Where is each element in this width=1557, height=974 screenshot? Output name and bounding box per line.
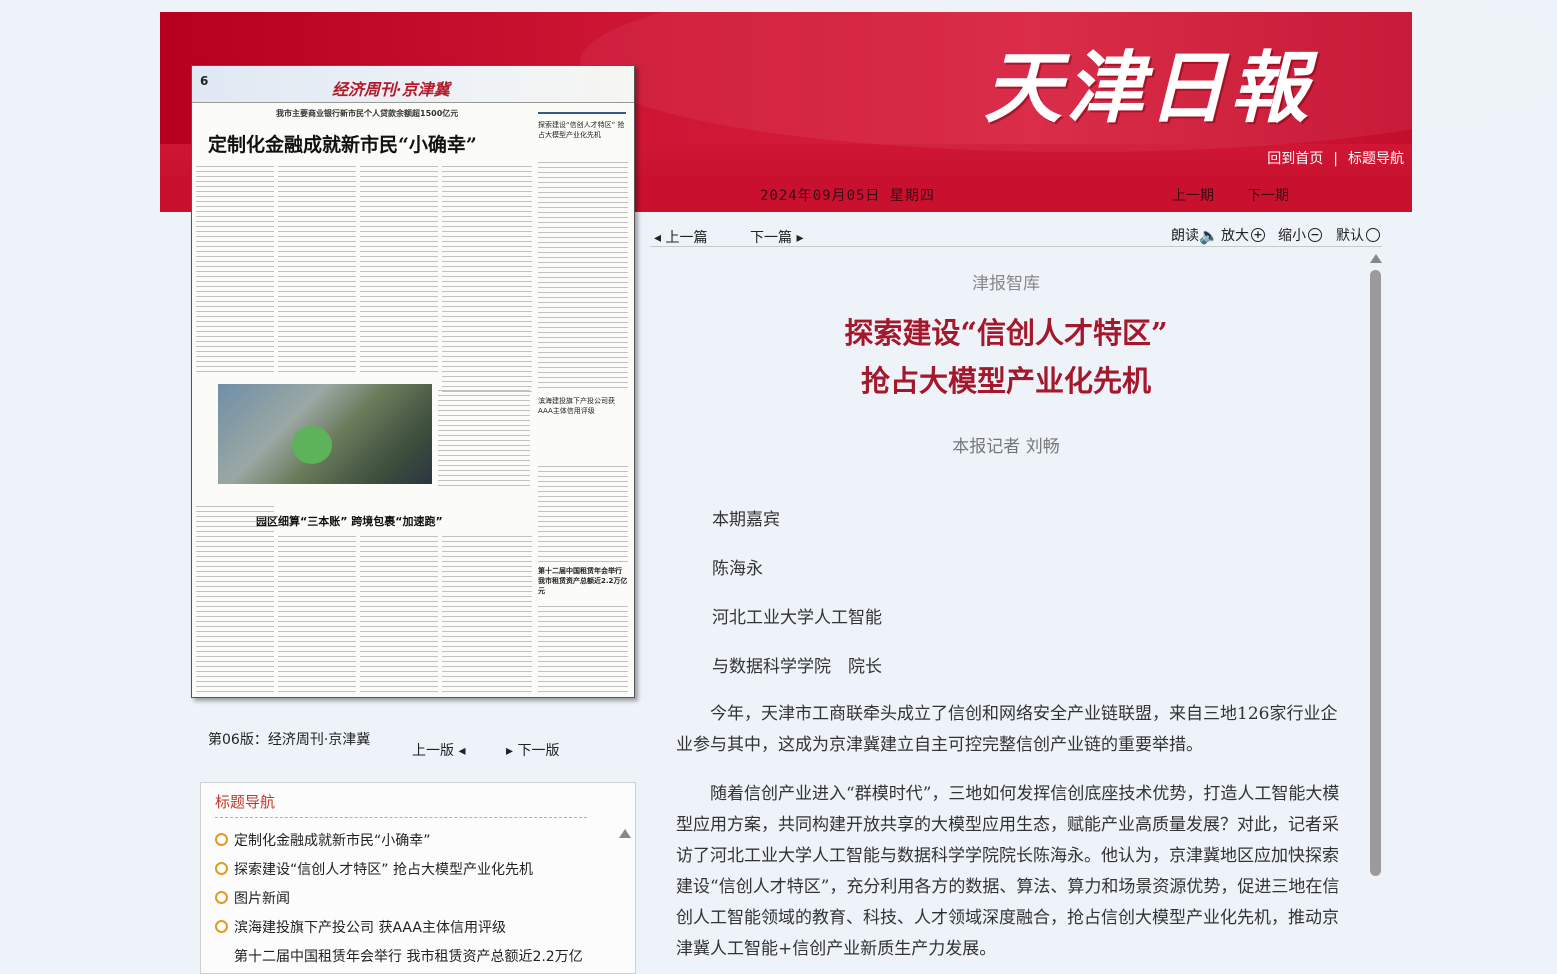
headline-line: 探索建设“信创人才特区”: [844, 316, 1168, 350]
issue-date: 2024年09月05日 星期四: [760, 188, 935, 204]
thumb-text-column: [438, 390, 530, 490]
thumb-text-column: [442, 536, 532, 692]
headline-item-label: 定制化金融成就新市民“小确幸”: [234, 832, 431, 849]
thumb-photo-detail: [292, 426, 332, 464]
prev-page-link[interactable]: 上一版 ◂: [412, 740, 465, 760]
guest-label: 本期嘉宾: [712, 510, 780, 530]
zoom-in-label: 放大: [1221, 228, 1249, 244]
thumb-text-column: [278, 536, 356, 692]
thumb-side-title[interactable]: 探索建设“信创人才特区” 抢占大模型产业化先机: [538, 112, 626, 160]
next-page-link[interactable]: ▸ 下一版: [506, 740, 559, 760]
read-aloud-button[interactable]: 朗读 🔈: [1171, 225, 1219, 245]
next-page-label: 下一版: [517, 743, 560, 759]
thumb-page-number: 6: [200, 74, 209, 88]
divider: [215, 817, 587, 818]
thumb-text-column: [538, 162, 628, 392]
zoom-in-button[interactable]: 放大 +: [1221, 225, 1265, 245]
divider: [650, 246, 1382, 247]
thumb-text-column: [442, 166, 532, 396]
prev-page-label: 上一版: [412, 743, 454, 759]
guest-name: 陈海永: [712, 559, 763, 579]
guest-org: 河北工业大学人工智能: [712, 608, 882, 628]
left-arrow-icon: ◂: [458, 743, 466, 759]
prev-article-label: 上一篇: [665, 230, 708, 246]
thumb-subheadline: 我市主要商业银行新市民个人贷款余额超1500亿元: [276, 109, 459, 118]
headline-item-label: 滨海建投旗下产投公司 获AAA主体信用评级: [234, 919, 506, 936]
thumb-lead-title[interactable]: 定制化金融成就新市民“小确幸”: [208, 130, 477, 157]
headline-item-label: 图片新闻: [234, 890, 290, 907]
headline-list: 定制化金融成就新市民“小确幸” 探索建设“信创人才特区” 抢占大模型产业化先机 …: [215, 825, 607, 970]
prev-article-link[interactable]: ◂ 上一篇: [654, 227, 707, 247]
thumb-header: 6 经济周刊·京津冀: [192, 66, 634, 103]
zoom-out-button[interactable]: 缩小 −: [1278, 225, 1322, 245]
headline-nav-title: 标题导航: [215, 793, 276, 811]
article-paragraph: 随着信创产业进入“群模时代”，三地如何发挥信创底座技术优势，打造人工智能大模型应…: [676, 784, 1340, 959]
thumb-text-column: [278, 166, 356, 376]
scroll-up-arrow-icon[interactable]: [1370, 254, 1382, 263]
nav-separator: |: [1333, 151, 1338, 167]
thumb-text-column: [196, 166, 274, 376]
thumb-text-column: [196, 506, 274, 692]
thumb-text-column: [360, 166, 438, 376]
read-aloud-label: 朗读: [1171, 228, 1199, 244]
headline-nav-panel: 标题导航 定制化金融成就新市民“小确幸” 探索建设“信创人才特区” 抢占大模型产…: [200, 782, 636, 974]
bullet-icon: [215, 920, 228, 933]
article-column: 津报智库: [972, 274, 1040, 294]
headline-item[interactable]: 定制化金融成就新市民“小确幸”: [215, 825, 607, 854]
thumb-side-title-2[interactable]: 滨海建投旗下产投公司获AAA主体信用评级: [538, 396, 628, 456]
next-issue-link[interactable]: 下一期: [1247, 185, 1289, 205]
scroll-up-arrow-icon[interactable]: [619, 829, 631, 838]
right-arrow-icon: ▸: [506, 743, 514, 759]
headline-line: 抢占大模型产业化先机: [860, 364, 1151, 398]
right-arrow-icon: ▸: [796, 230, 804, 246]
thumb-column-banner: 经济周刊·京津冀: [332, 80, 450, 99]
top-nav: 回到首页 | 标题导航: [1267, 148, 1404, 168]
guest-title: 与数据科学学院 院长: [712, 657, 882, 677]
headline-item-label: 探索建设“信创人才特区” 抢占大模型产业化先机: [234, 861, 533, 878]
thumb-text-column: [360, 536, 438, 692]
article-headline: 探索建设“信创人才特区” 抢占大模型产业化先机: [650, 309, 1362, 405]
current-page-label: 第06版：经济周刊·京津冀: [208, 732, 371, 748]
bullet-icon: [215, 891, 228, 904]
bullet-icon: [215, 862, 228, 875]
thumb-side-title-3[interactable]: 第十二届中国租赁年会举行 我市租赁资产总额近2.2万亿元: [538, 566, 628, 596]
headline-item[interactable]: 探索建设“信创人才特区” 抢占大模型产业化先机: [215, 854, 607, 883]
article-scrollbar-thumb[interactable]: [1370, 270, 1381, 876]
thumb-text-column: [538, 606, 628, 692]
headline-item[interactable]: 滨海建投旗下产投公司 获AAA主体信用评级: [215, 912, 607, 941]
minus-circle-icon: −: [1308, 228, 1322, 242]
newspaper-page-thumbnail[interactable]: 6 经济周刊·京津冀 我市主要商业银行新市民个人贷款余额超1500亿元 定制化金…: [191, 65, 635, 698]
circle-icon: [1366, 228, 1380, 242]
article-body: 津报智库 探索建设“信创人才特区” 抢占大模型产业化先机 本报记者 刘畅 本期嘉…: [650, 257, 1362, 964]
speaker-icon: 🔈: [1199, 225, 1219, 245]
masthead-logo: 天津日報: [983, 43, 1312, 134]
next-article-link[interactable]: 下一篇 ▸: [750, 227, 803, 247]
thumb-text-column: [538, 466, 628, 562]
thumb-mid-title[interactable]: 园区细算“三本账” 跨境包裹“加速跑”: [256, 513, 443, 529]
home-link[interactable]: 回到首页: [1267, 151, 1323, 167]
next-article-label: 下一篇: [750, 230, 792, 246]
headline-item[interactable]: 第十二届中国租赁年会举行 我市租赁资产总额近2.2万亿: [215, 941, 607, 970]
headline-item-label: 第十二届中国租赁年会举行 我市租赁资产总额近2.2万亿: [234, 948, 583, 965]
article-paragraph: 今年，天津市工商联牵头成立了信创和网络安全产业链联盟，来自三地126家行业企业参…: [676, 704, 1338, 755]
headline-nav-link[interactable]: 标题导航: [1348, 151, 1404, 167]
article-byline: 本报记者 刘畅: [952, 437, 1060, 457]
zoom-out-label: 缩小: [1278, 228, 1306, 244]
default-size-label: 默认: [1336, 228, 1364, 244]
bullet-icon: [215, 833, 228, 846]
plus-circle-icon: +: [1251, 228, 1265, 242]
prev-issue-link[interactable]: 上一期: [1172, 185, 1214, 205]
default-size-button[interactable]: 默认: [1336, 225, 1380, 245]
left-arrow-icon: ◂: [654, 230, 662, 246]
page-frame: 天津日報 回到首页 | 标题导航 2024年09月05日 星期四 上一期 下一期 6…: [160, 0, 1557, 974]
headline-item[interactable]: 图片新闻: [215, 883, 607, 912]
